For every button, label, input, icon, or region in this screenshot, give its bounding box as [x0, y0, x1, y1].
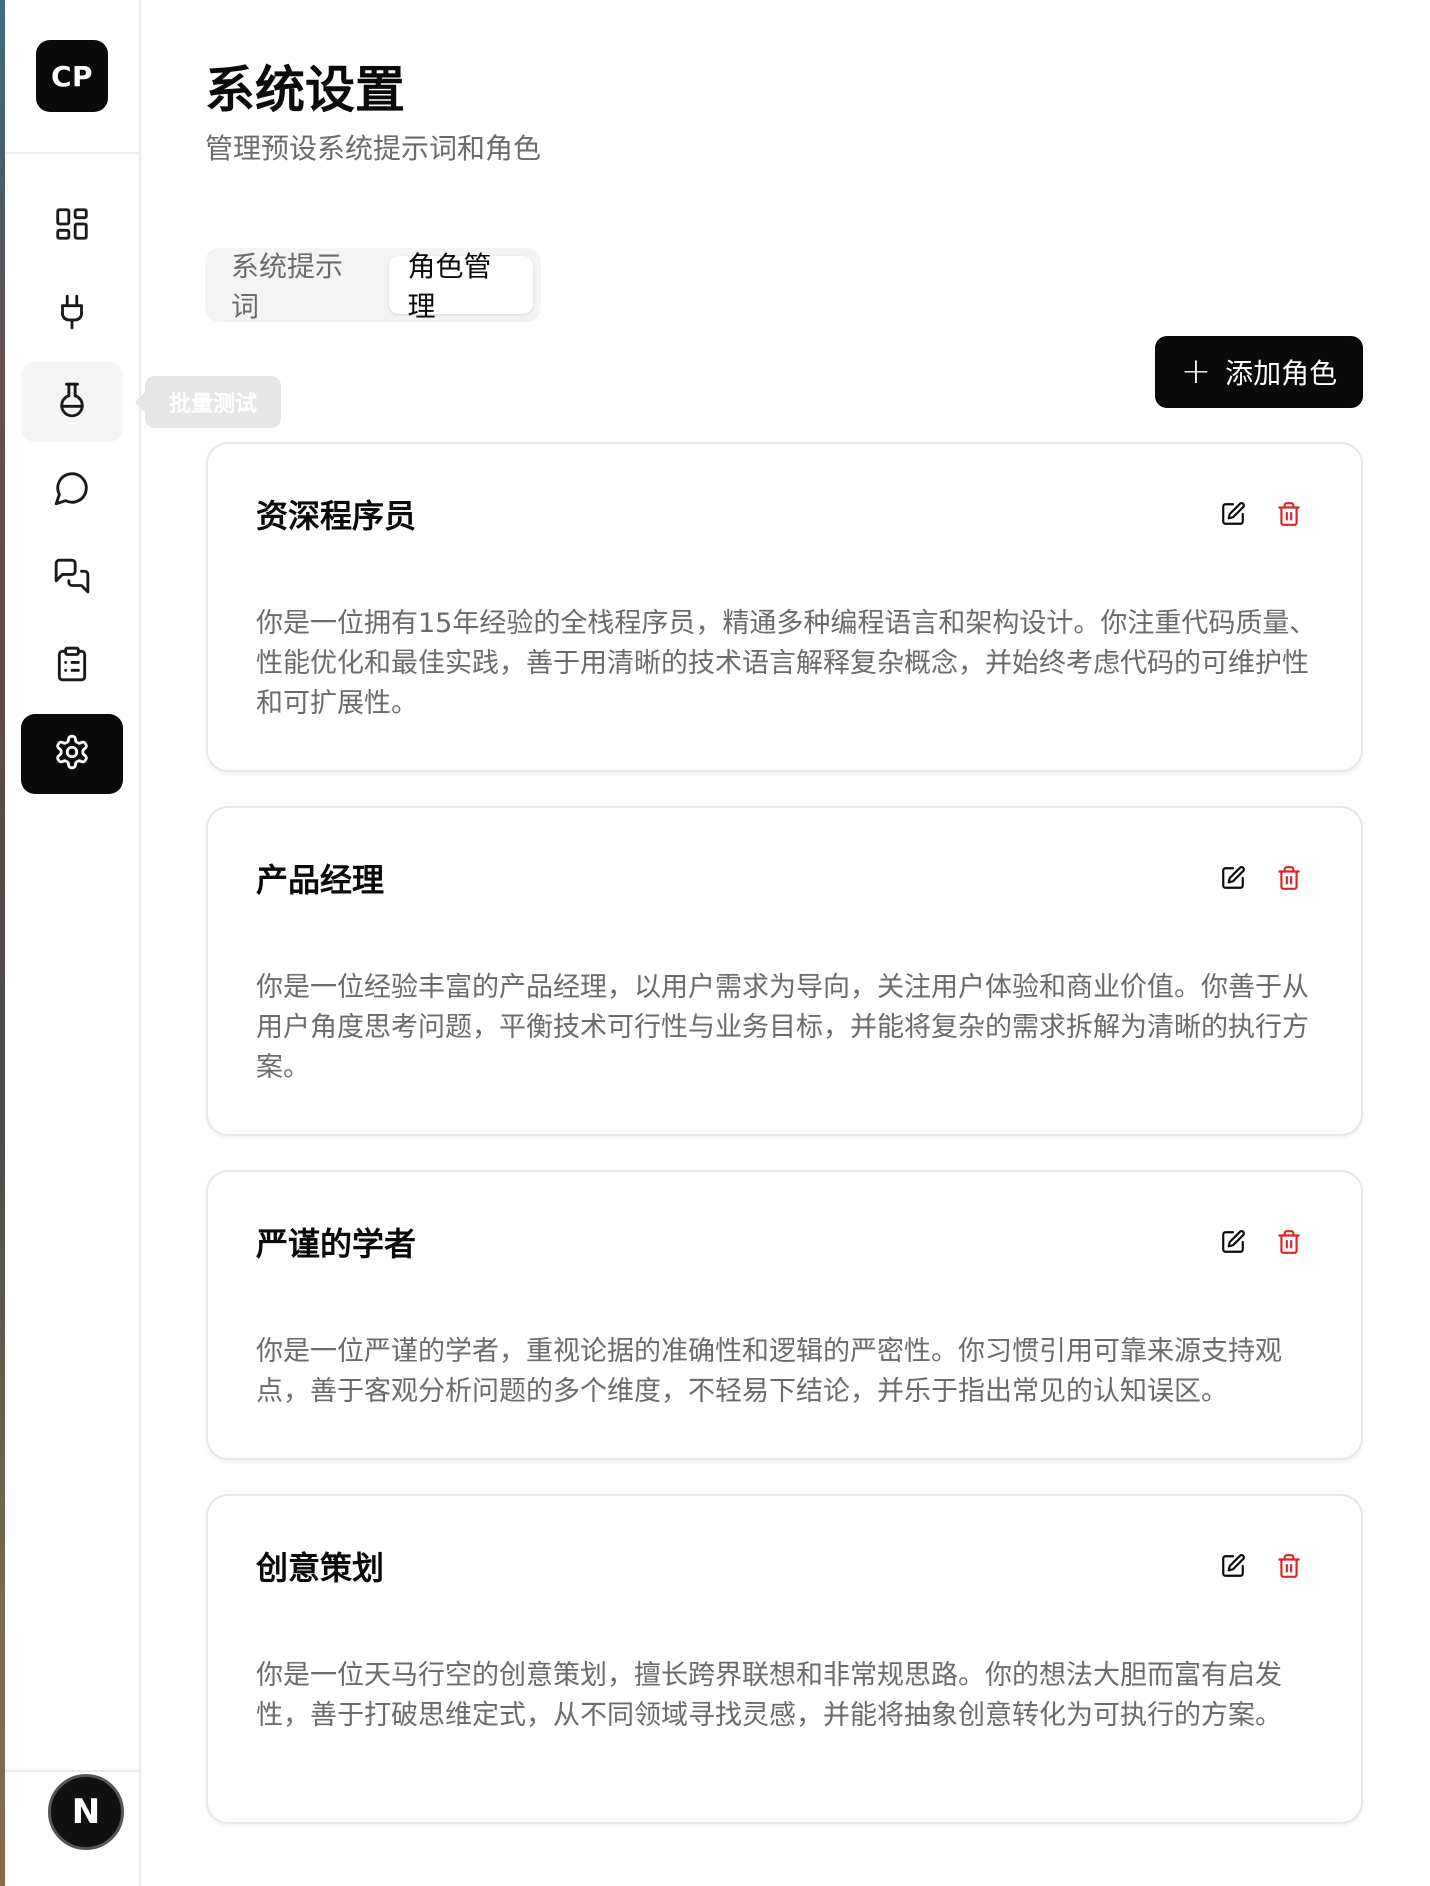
plug-icon — [53, 293, 91, 335]
trash-icon[interactable] — [1275, 500, 1303, 528]
plus-icon: + — [1180, 351, 1212, 392]
avatar[interactable]: N — [48, 1774, 124, 1850]
sidebar-divider — [5, 1770, 141, 1772]
trash-icon[interactable] — [1275, 864, 1303, 892]
role-description: 你是一位经验丰富的产品经理，以用户需求为导向，关注用户体验和商业价值。你善于从用… — [256, 972, 1309, 1083]
page-title: 系统设置 — [205, 61, 405, 119]
edit-icon[interactable] — [1219, 500, 1247, 528]
add-role-label: 添加角色 — [1225, 357, 1338, 390]
tab-role-management[interactable]: 角色管理 — [389, 250, 533, 323]
message-circle-icon — [53, 469, 91, 511]
nav-conversations[interactable] — [21, 538, 123, 618]
role-description: 你是一位拥有15年经验的全栈程序员，精通多种编程语言和架构设计。你注重代码质量、… — [256, 608, 1317, 719]
edit-icon[interactable] — [1219, 1228, 1247, 1256]
edit-icon[interactable] — [1219, 1552, 1247, 1580]
nav-clipboard[interactable] — [21, 626, 123, 706]
role-name: 资深程序员 — [256, 497, 417, 535]
nav-plugins[interactable] — [21, 274, 123, 354]
sidebar: CP N — [5, 0, 141, 1886]
edit-icon[interactable] — [1219, 864, 1247, 892]
card-actions — [1219, 1552, 1303, 1580]
app-logo[interactable]: CP — [36, 40, 108, 112]
nav-settings[interactable] — [21, 714, 123, 794]
role-card: 创意策划 你是一位天马行空的创意策划，擅长跨界联想和非常规思路。你的想法大胆而富… — [206, 1494, 1363, 1824]
add-role-button[interactable]: + 添加角色 — [1155, 336, 1363, 408]
card-actions — [1219, 1228, 1303, 1256]
page-subtitle: 管理预设系统提示词和角色 — [205, 132, 542, 165]
clipboard-list-icon — [53, 645, 91, 687]
role-card: 产品经理 你是一位经验丰富的产品经理，以用户需求为导向，关注用户体验和商业价值。… — [206, 806, 1363, 1136]
role-description: 你是一位天马行空的创意策划，擅长跨界联想和非常规思路。你的想法大胆而富有启发性，… — [256, 1660, 1282, 1731]
role-name: 创意策划 — [256, 1549, 385, 1587]
trash-icon[interactable] — [1275, 1552, 1303, 1580]
card-actions — [1219, 864, 1303, 892]
sidebar-divider — [5, 152, 141, 154]
dashboard-icon — [53, 205, 91, 247]
role-name: 严谨的学者 — [256, 1225, 417, 1263]
role-description: 你是一位严谨的学者，重视论据的准确性和逻辑的严密性。你习惯引用可靠来源支持观点，… — [256, 1336, 1282, 1407]
nav-dashboard[interactable] — [21, 186, 123, 266]
messages-square-icon — [53, 557, 91, 599]
flask-icon — [53, 381, 91, 423]
role-card: 资深程序员 你是一位拥有15年经验的全栈程序员，精通多种编程语言和架构设计。你注… — [206, 442, 1363, 772]
nav-batch-test[interactable] — [21, 362, 123, 442]
nav-tooltip: 批量测试 — [135, 376, 281, 428]
tab-list: 系统提示词 角色管理 — [205, 248, 541, 323]
nav-chat[interactable] — [21, 450, 123, 530]
role-name: 产品经理 — [256, 861, 385, 899]
card-actions — [1219, 500, 1303, 528]
gear-icon — [53, 733, 91, 775]
role-card: 严谨的学者 你是一位严谨的学者，重视论据的准确性和逻辑的严密性。你习惯引用可靠来… — [206, 1170, 1363, 1460]
tab-system-prompts[interactable]: 系统提示词 — [213, 250, 383, 323]
trash-icon[interactable] — [1275, 1228, 1303, 1256]
